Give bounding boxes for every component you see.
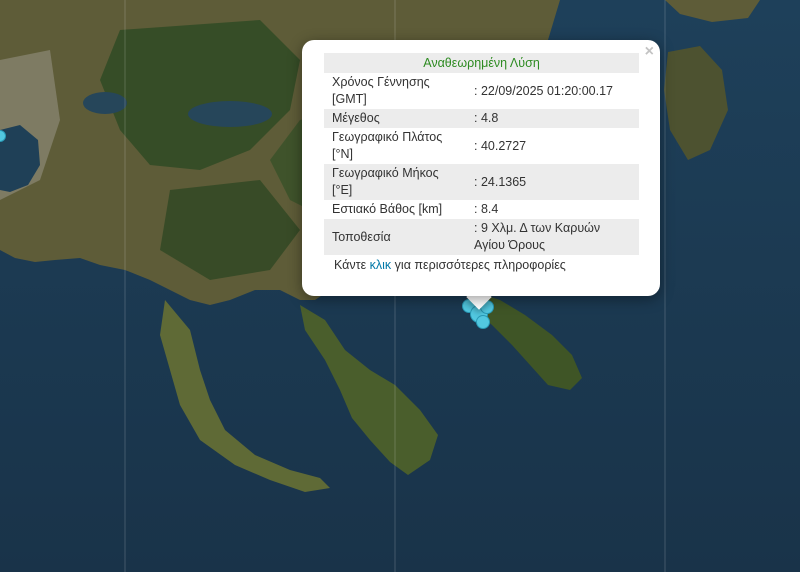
more-info-suffix: για περισσότερες πληροφορίες: [391, 258, 566, 272]
depth-label: Εστιακό Βάθος [km]: [332, 202, 443, 216]
magnitude-label: Μέγεθος: [324, 109, 466, 128]
table-row: Εστιακό Βάθος [km] : 8.4: [324, 200, 639, 219]
more-info-link[interactable]: κλικ: [370, 258, 392, 272]
lake: [83, 92, 127, 114]
latitude-label: Γεωγραφικό Πλάτος [°N]: [332, 130, 443, 161]
magnitude-value: : 4.8: [466, 109, 639, 128]
location-label: Τοποθεσία: [324, 219, 466, 255]
earthquake-marker[interactable]: [476, 315, 490, 329]
earthquake-popup: × Αναθεωρημένη Λύση Χρόνος Γέννησης [GMT…: [302, 40, 660, 296]
depth-value: : 8.4: [474, 202, 499, 216]
table-row: Μέγεθος : 4.8: [324, 109, 639, 128]
close-icon[interactable]: ×: [645, 42, 654, 62]
origin-time-value: : 22/09/2025 01:20:00.17: [474, 83, 614, 98]
popup-tip-cover: [458, 280, 502, 296]
lake: [188, 101, 272, 127]
popup-title: Αναθεωρημένη Λύση: [324, 53, 639, 73]
origin-time-label: Χρόνος Γέννησης [GMT]: [332, 75, 430, 106]
table-row: Γεωγραφικό Πλάτος [°N] : 40.2727: [324, 128, 639, 164]
more-info-prefix: Κάντε: [334, 258, 370, 272]
longitude-value: : 24.1365: [466, 164, 639, 200]
popup-content: Αναθεωρημένη Λύση Χρόνος Γέννησης [GMT] …: [324, 53, 639, 274]
table-row: Τοποθεσία : 9 Χλμ. Δ των Καρυών Αγίου Όρ…: [324, 219, 639, 255]
table-row: Γεωγραφικό Μήκος [°E] : 24.1365: [324, 164, 639, 200]
location-value: : 9 Χλμ. Δ των Καρυών Αγίου Όρους: [466, 219, 639, 255]
earthquake-info-table: Χρόνος Γέννησης [GMT] : 22/09/2025 01:20…: [324, 73, 639, 255]
satellite-map[interactable]: × Αναθεωρημένη Λύση Χρόνος Γέννησης [GMT…: [0, 0, 800, 572]
more-info-line: Κάντε κλικ για περισσότερες πληροφορίες: [324, 255, 639, 274]
table-row: Χρόνος Γέννησης [GMT] : 22/09/2025 01:20…: [324, 73, 639, 109]
longitude-label: Γεωγραφικό Μήκος [°E]: [324, 164, 466, 200]
latitude-value: : 40.2727: [474, 138, 527, 153]
